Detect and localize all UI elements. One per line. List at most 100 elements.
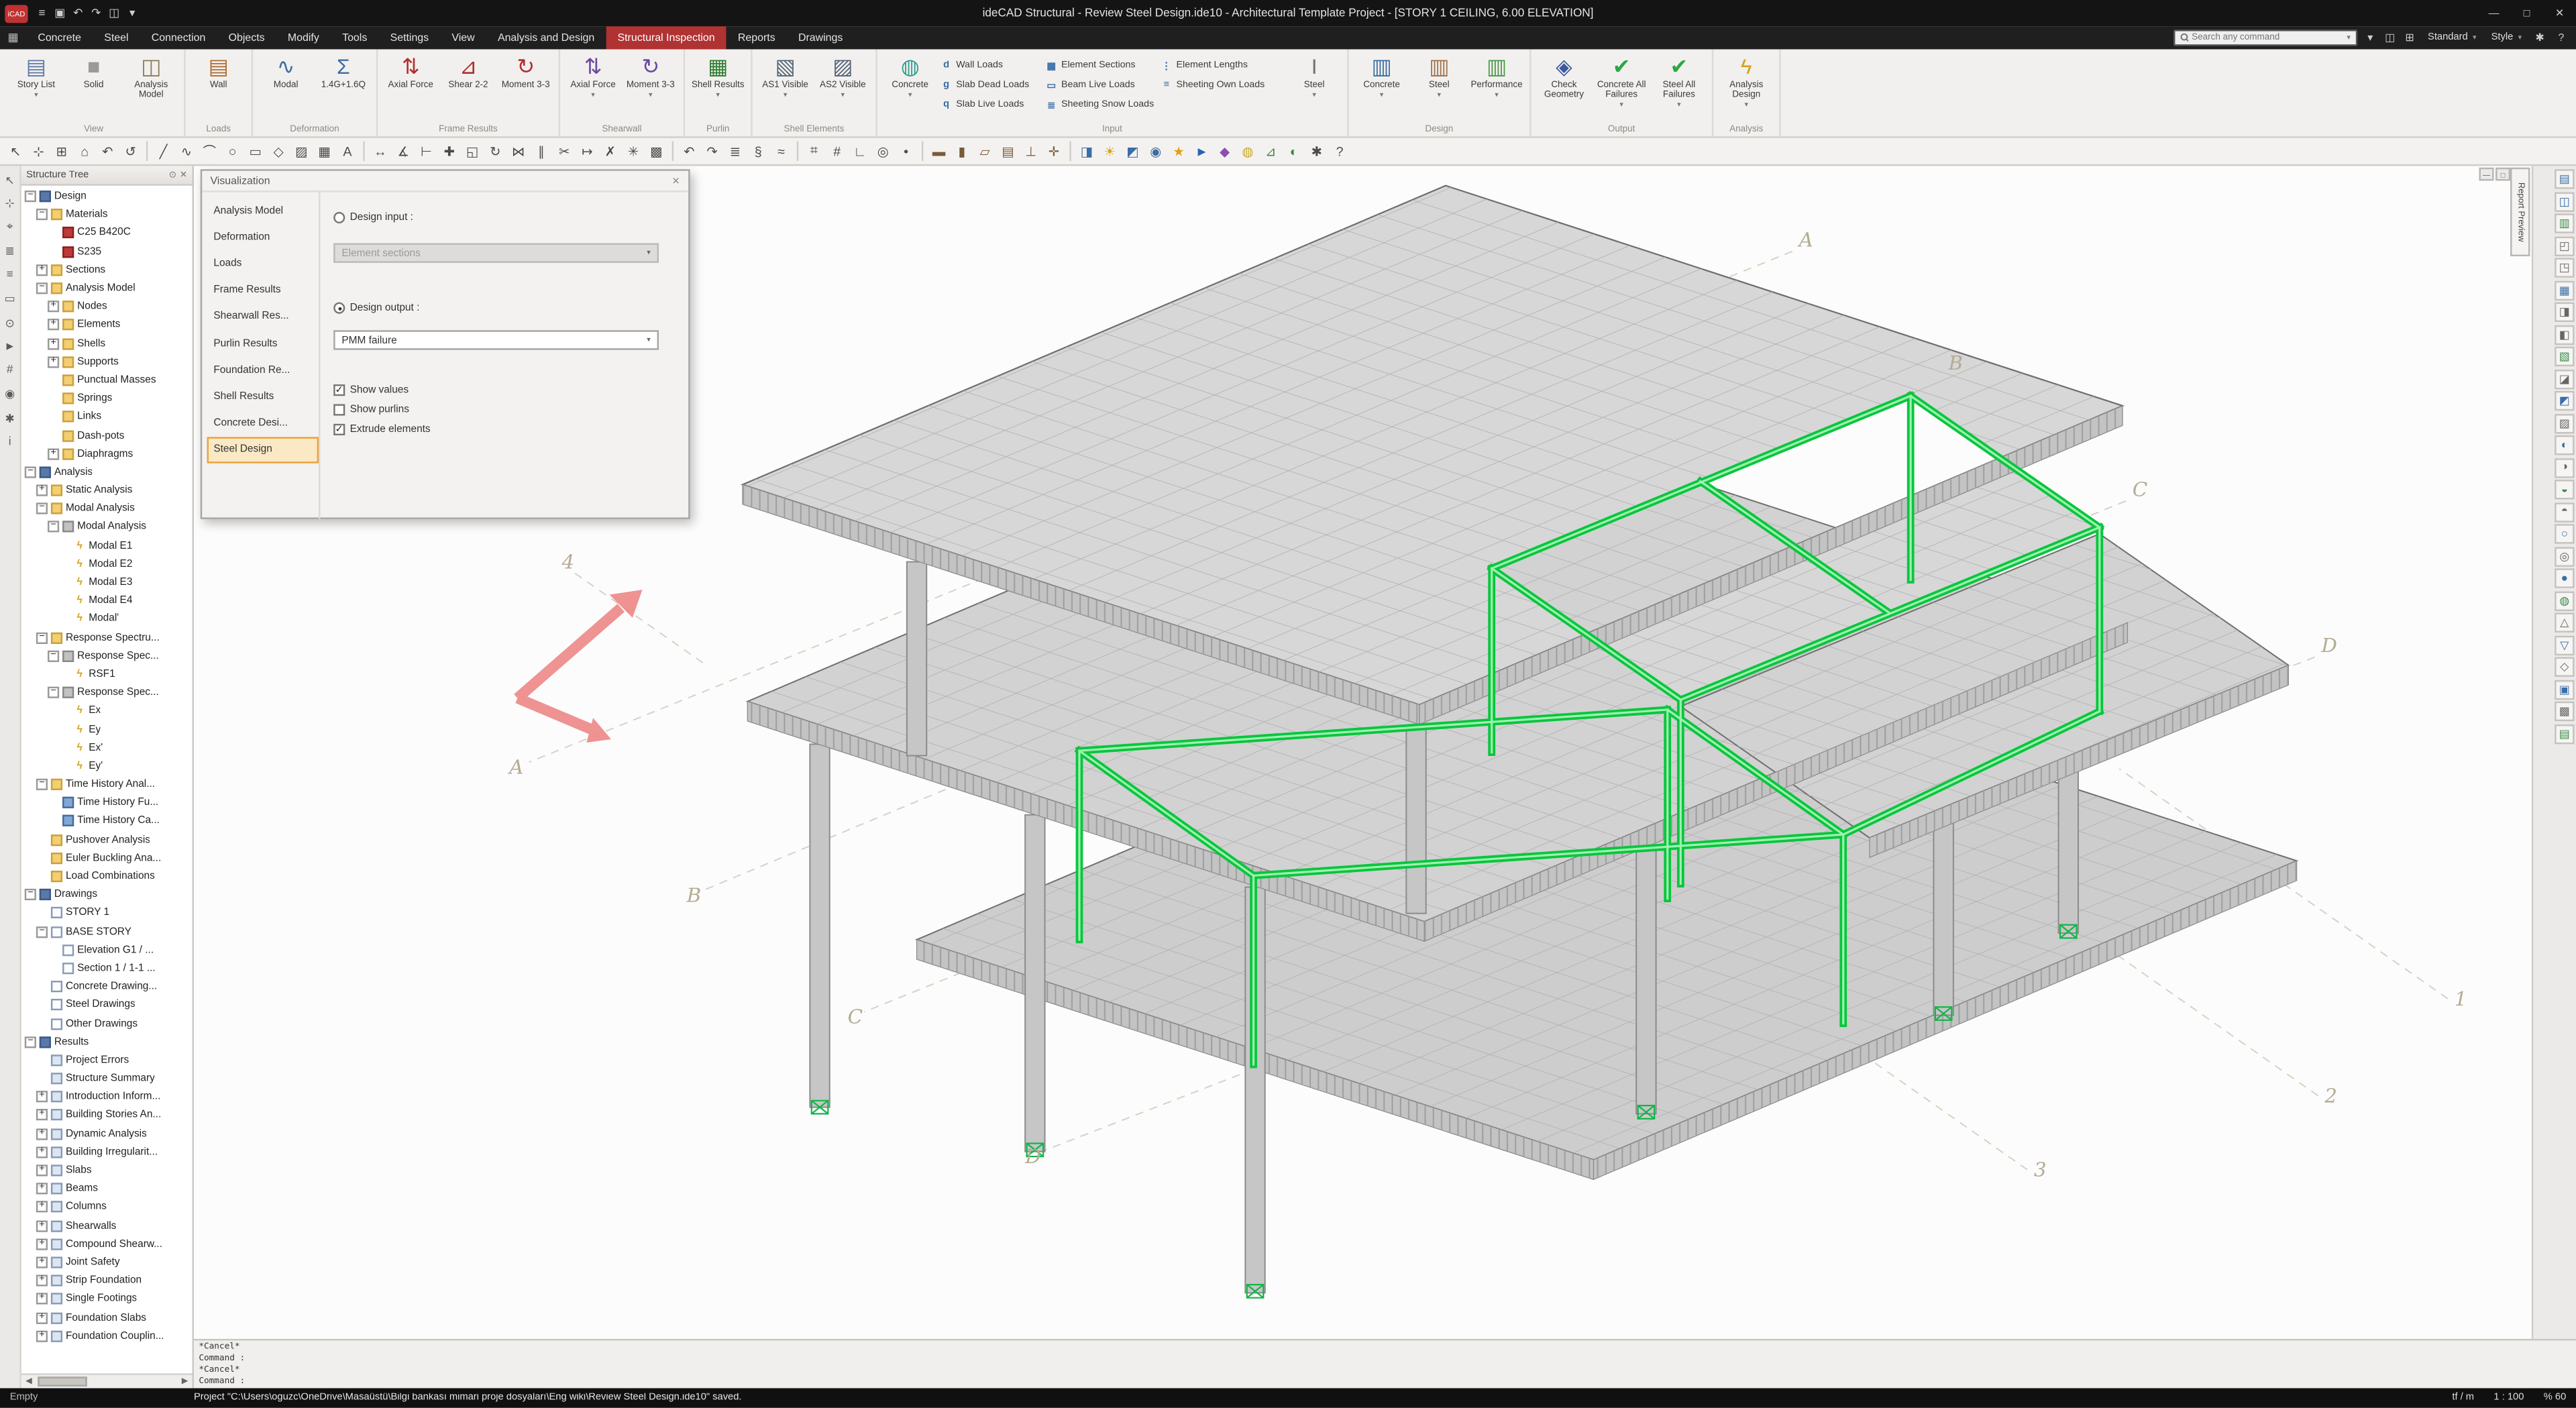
ribbon-modal[interactable]: ∿Modal — [258, 52, 313, 90]
expand-icon[interactable]: + — [36, 1275, 48, 1287]
viz-tab-purlin-results[interactable]: Purlin Results — [207, 330, 319, 357]
tree-item-steel-drawings[interactable]: Steel Drawings — [21, 996, 193, 1014]
tree-item-base-story[interactable]: −BASE STORY — [21, 922, 193, 940]
gear-icon[interactable]: ✱ — [2532, 32, 2548, 45]
side-tool-icon[interactable]: ◑ — [2555, 457, 2574, 477]
ribbon-analysis-design[interactable]: ϟAnalysis Design▾ — [1719, 52, 1774, 108]
tree-item-links[interactable]: Links — [21, 408, 193, 426]
checkbox-checked-icon[interactable]: ✓ — [333, 384, 345, 396]
side-tool-icon[interactable]: ▦ — [2555, 280, 2574, 300]
ribbon-slab-live-loads[interactable]: qSlab Live Loads — [940, 100, 1045, 110]
undo-edit-icon[interactable]: ↶ — [678, 140, 700, 162]
collapse-icon[interactable]: − — [48, 687, 59, 698]
tree-item-analysis[interactable]: −Analysis — [21, 463, 193, 481]
lock-tool-icon[interactable]: ◉ — [1, 385, 19, 403]
rotate-icon[interactable]: ↻ — [484, 140, 506, 162]
flag-icon[interactable]: ► — [1191, 140, 1213, 162]
help-icon[interactable]: ? — [1329, 140, 1350, 162]
sun-icon[interactable]: ☀ — [1099, 140, 1120, 162]
side-tool-icon[interactable]: ◫ — [2555, 191, 2574, 211]
flag-tool-icon[interactable]: ► — [1, 337, 19, 356]
side-tool-icon[interactable]: ▧ — [2555, 347, 2574, 366]
expand-icon[interactable]: + — [36, 1256, 48, 1268]
viz-tab-loads[interactable]: Loads — [207, 250, 319, 277]
pan-icon[interactable]: ⊹ — [28, 140, 50, 162]
settings-icon[interactable]: ✱ — [1306, 140, 1328, 162]
beam-icon[interactable]: ▬ — [928, 140, 950, 162]
grid-tool-icon[interactable]: # — [1, 362, 19, 380]
viz-tab-steel-design[interactable]: Steel Design — [207, 437, 319, 464]
side-tool-icon[interactable]: ▽ — [2555, 635, 2574, 655]
tree-item-euler-buckling-ana[interactable]: Euler Buckling Ana... — [21, 849, 193, 867]
app-menu-icon[interactable]: ≡ — [33, 3, 51, 23]
tree-item-ey[interactable]: ϟEy' — [21, 757, 193, 775]
tree-item-ey[interactable]: ϟEy — [21, 720, 193, 739]
menu-analysis-and-design[interactable]: Analysis and Design — [486, 26, 606, 49]
scale-indicator[interactable]: 1 : 100 — [2493, 1393, 2524, 1403]
report-preview-tab[interactable]: Report Preview — [2510, 168, 2530, 256]
tree-item-foundation-couplin[interactable]: +Foundation Couplin... — [21, 1327, 193, 1345]
customize-toolbar-icon[interactable]: ▾ — [123, 3, 142, 23]
tree-item-time-history-anal[interactable]: −Time History Anal... — [21, 775, 193, 794]
close-button[interactable]: ✕ — [2543, 0, 2576, 26]
expand-icon[interactable]: + — [36, 1330, 48, 1342]
zoom-indicator[interactable]: % 60 — [2544, 1393, 2567, 1403]
tree-item-concrete-drawing[interactable]: Concrete Drawing... — [21, 977, 193, 995]
checkbox-extrude-elements[interactable]: ✓Extrude elements — [333, 424, 431, 435]
radio-selected-icon[interactable] — [333, 303, 345, 314]
tree-item-modal-e4[interactable]: ϟModal E4 — [21, 592, 193, 610]
bulb-icon[interactable]: ◍ — [1237, 140, 1258, 162]
tree-item-dynamic-analysis[interactable]: +Dynamic Analysis — [21, 1124, 193, 1142]
tree-item-foundation-slabs[interactable]: +Foundation Slabs — [21, 1308, 193, 1326]
expand-icon[interactable]: + — [36, 1091, 48, 1103]
checkbox-show-values[interactable]: ✓Show values — [333, 384, 409, 396]
tree-item-time-history-ca[interactable]: Time History Ca... — [21, 812, 193, 830]
expand-icon[interactable]: + — [48, 319, 59, 331]
tree-item-modal-analysis[interactable]: −Modal Analysis — [21, 518, 193, 536]
collapse-icon[interactable]: − — [25, 1036, 36, 1048]
ribbon-element-sections[interactable]: ▦Element Sections — [1045, 60, 1160, 71]
select-icon[interactable]: ↖ — [5, 140, 26, 162]
side-tool-icon[interactable]: ◐ — [2555, 435, 2574, 455]
viz-tab-foundation-re[interactable]: Foundation Re... — [207, 357, 319, 384]
viz-tab-shearwall-res[interactable]: Shearwall Res... — [207, 303, 319, 330]
ribbon-moment-3-3[interactable]: ↻Moment 3-3▾ — [623, 52, 678, 99]
tree-item-s235[interactable]: S235 — [21, 242, 193, 260]
tree-item-section-1-1-1[interactable]: Section 1 / 1-1 ... — [21, 959, 193, 977]
orbit-icon[interactable]: ↺ — [120, 140, 142, 162]
angular-dimension-icon[interactable]: ∡ — [392, 140, 414, 162]
collapse-icon[interactable]: − — [36, 503, 48, 515]
menu-drawings[interactable]: Drawings — [787, 26, 855, 49]
expand-icon[interactable]: + — [36, 1165, 48, 1176]
tree-item-ex[interactable]: ϟEx — [21, 702, 193, 720]
collapse-icon[interactable]: − — [36, 632, 48, 643]
collapse-icon[interactable]: − — [36, 926, 48, 937]
close-icon[interactable]: ✕ — [180, 170, 187, 180]
match-properties-icon[interactable]: ≈ — [771, 140, 792, 162]
tree-item-analysis-model[interactable]: −Analysis Model — [21, 279, 193, 297]
expand-icon[interactable]: + — [48, 301, 59, 313]
tree-item-response-spectru[interactable]: −Response Spectru... — [21, 629, 193, 647]
paint-icon[interactable]: ◆ — [1214, 140, 1236, 162]
command-line-panel[interactable]: *Cancel*Command :*Cancel*Command : — [194, 1339, 2576, 1388]
layers-tool-icon[interactable]: ≣ — [1, 242, 19, 260]
ribbon-story-list[interactable]: ▤Story List▾ — [8, 52, 64, 99]
pin-tool-icon[interactable]: ⊙ — [1, 314, 19, 332]
tree-item-modal[interactable]: ϟModal' — [21, 610, 193, 628]
child-restore-button[interactable]: □ — [2496, 168, 2510, 181]
menu-modify[interactable]: Modify — [276, 26, 331, 49]
tree-item-design[interactable]: −Design — [21, 187, 193, 205]
tree-item-building-stories-an[interactable]: +Building Stories An... — [21, 1106, 193, 1124]
side-tool-icon[interactable]: ◍ — [2555, 590, 2574, 610]
tree-item-introduction-inform[interactable]: +Introduction Inform... — [21, 1088, 193, 1106]
render-icon[interactable]: ◩ — [1122, 140, 1144, 162]
save-icon[interactable]: ▣ — [51, 3, 69, 23]
style-select[interactable]: Style▾ — [2486, 33, 2526, 43]
expand-icon[interactable]: + — [36, 264, 48, 276]
ribbon-beam-live-loads[interactable]: ▭Beam Live Loads — [1045, 80, 1160, 91]
side-tool-icon[interactable]: ▥ — [2555, 213, 2574, 233]
ribbon-concrete[interactable]: ▥Concrete▾ — [1354, 52, 1409, 99]
side-tool-icon[interactable]: ○ — [2555, 524, 2574, 543]
scroll-left-icon[interactable]: ◀ — [21, 1374, 36, 1389]
ribbon-sheeting-snow-loads[interactable]: ≣Sheeting Snow Loads — [1045, 99, 1160, 111]
